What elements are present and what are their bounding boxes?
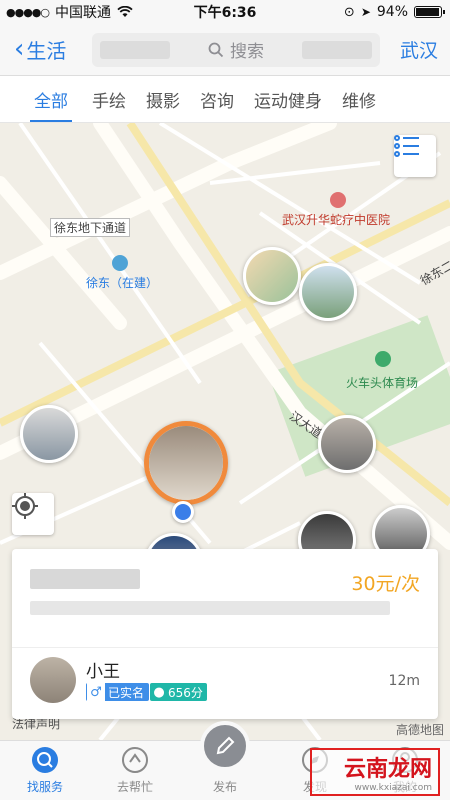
- tab-repair[interactable]: 维修: [342, 77, 396, 122]
- list-icon: [394, 135, 419, 157]
- distance-label: 12m: [388, 673, 420, 689]
- search-placeholder: 搜索: [230, 42, 264, 62]
- locate-me-button[interactable]: [12, 493, 54, 535]
- score-label: 656分: [168, 685, 203, 700]
- card-divider: [12, 647, 438, 648]
- blurred-region: [302, 40, 372, 59]
- status-bar: ●●●●○ 中国联通 下午6:36 ⊙ ➤ 94%: [0, 0, 450, 24]
- service-price: 30元/次: [351, 573, 420, 595]
- tab-fitness[interactable]: 运动健身: [254, 77, 342, 122]
- real-name-badge: ♂ 已实名: [86, 683, 150, 701]
- user-name: 小王: [86, 662, 120, 682]
- map-label-subway-tunnel: 徐东地下通道: [50, 218, 131, 237]
- map-avatar[interactable]: [20, 405, 78, 463]
- chevron-left-icon: ‹: [14, 33, 25, 64]
- tab-photography[interactable]: 摄影: [146, 77, 200, 122]
- battery-percent: 94%: [376, 4, 408, 20]
- real-name-label: 已实名: [108, 685, 145, 700]
- selected-map-avatar[interactable]: [144, 421, 228, 505]
- city-selector[interactable]: 武汉: [400, 36, 438, 63]
- status-right: ⊙ ➤ 94%: [343, 4, 445, 20]
- location-arrow-icon: ➤: [360, 5, 371, 19]
- find-service-icon: [31, 746, 59, 774]
- map-label-stadium: 火车头体育场: [346, 376, 419, 390]
- pencil-icon: [216, 736, 235, 755]
- tab-all[interactable]: 全部: [0, 77, 92, 122]
- list-view-button[interactable]: [394, 135, 436, 177]
- tab-consulting[interactable]: 咨询: [200, 77, 254, 122]
- tabbar-label: 找服务: [26, 780, 63, 794]
- tab-handdrawn[interactable]: 手绘: [92, 77, 146, 122]
- publish-button[interactable]: [200, 721, 250, 771]
- orientation-lock-icon: ⊙: [343, 4, 355, 20]
- target-icon: [12, 493, 38, 519]
- battery-icon: [414, 6, 445, 18]
- search-bar[interactable]: 搜索: [92, 32, 380, 67]
- tabbar-label: 去帮忙: [116, 780, 153, 794]
- current-location-dot: [172, 501, 194, 523]
- blurred-region: [100, 40, 170, 59]
- map-avatar[interactable]: [318, 415, 376, 473]
- blurred-description: [30, 601, 390, 615]
- back-label: 生活: [26, 39, 67, 63]
- drop-icon: ●: [153, 684, 165, 700]
- map-label-hospital: 武汉升华蛇疗中医院: [282, 213, 391, 227]
- nav-bar: ‹ 生活 搜索 武汉: [0, 24, 450, 76]
- blurred-title: [30, 569, 140, 589]
- watermark: 云南龙网 www.kxiazai.com: [310, 748, 440, 796]
- hand-icon: [121, 746, 149, 774]
- tabbar-item-help[interactable]: 去帮忙: [90, 741, 180, 800]
- score-badge: ● 656分: [150, 683, 207, 701]
- avatar[interactable]: [30, 657, 76, 703]
- back-button[interactable]: ‹ 生活: [14, 35, 66, 64]
- map-avatar[interactable]: [243, 247, 301, 305]
- tabbar-item-publish[interactable]: 发布: [180, 721, 270, 800]
- male-icon: ♂: [87, 683, 105, 701]
- tabbar-label: 发布: [212, 780, 237, 794]
- map-provider-label: 高德地图: [395, 723, 444, 737]
- tabbar-item-find-service[interactable]: 找服务: [0, 741, 90, 800]
- watermark-text: 云南龙网: [343, 756, 432, 782]
- map-avatar[interactable]: [299, 263, 357, 321]
- search-icon: [208, 42, 224, 57]
- map-label-station: 徐东（在建）: [86, 276, 159, 290]
- watermark-url: www.kxiazai.com: [354, 783, 433, 793]
- service-card[interactable]: 30元/次 小王 ♂ 已实名 ● 656分 12m: [12, 549, 438, 719]
- category-tabs: 全部 手绘 摄影 咨询 运动健身 维修: [0, 77, 450, 123]
